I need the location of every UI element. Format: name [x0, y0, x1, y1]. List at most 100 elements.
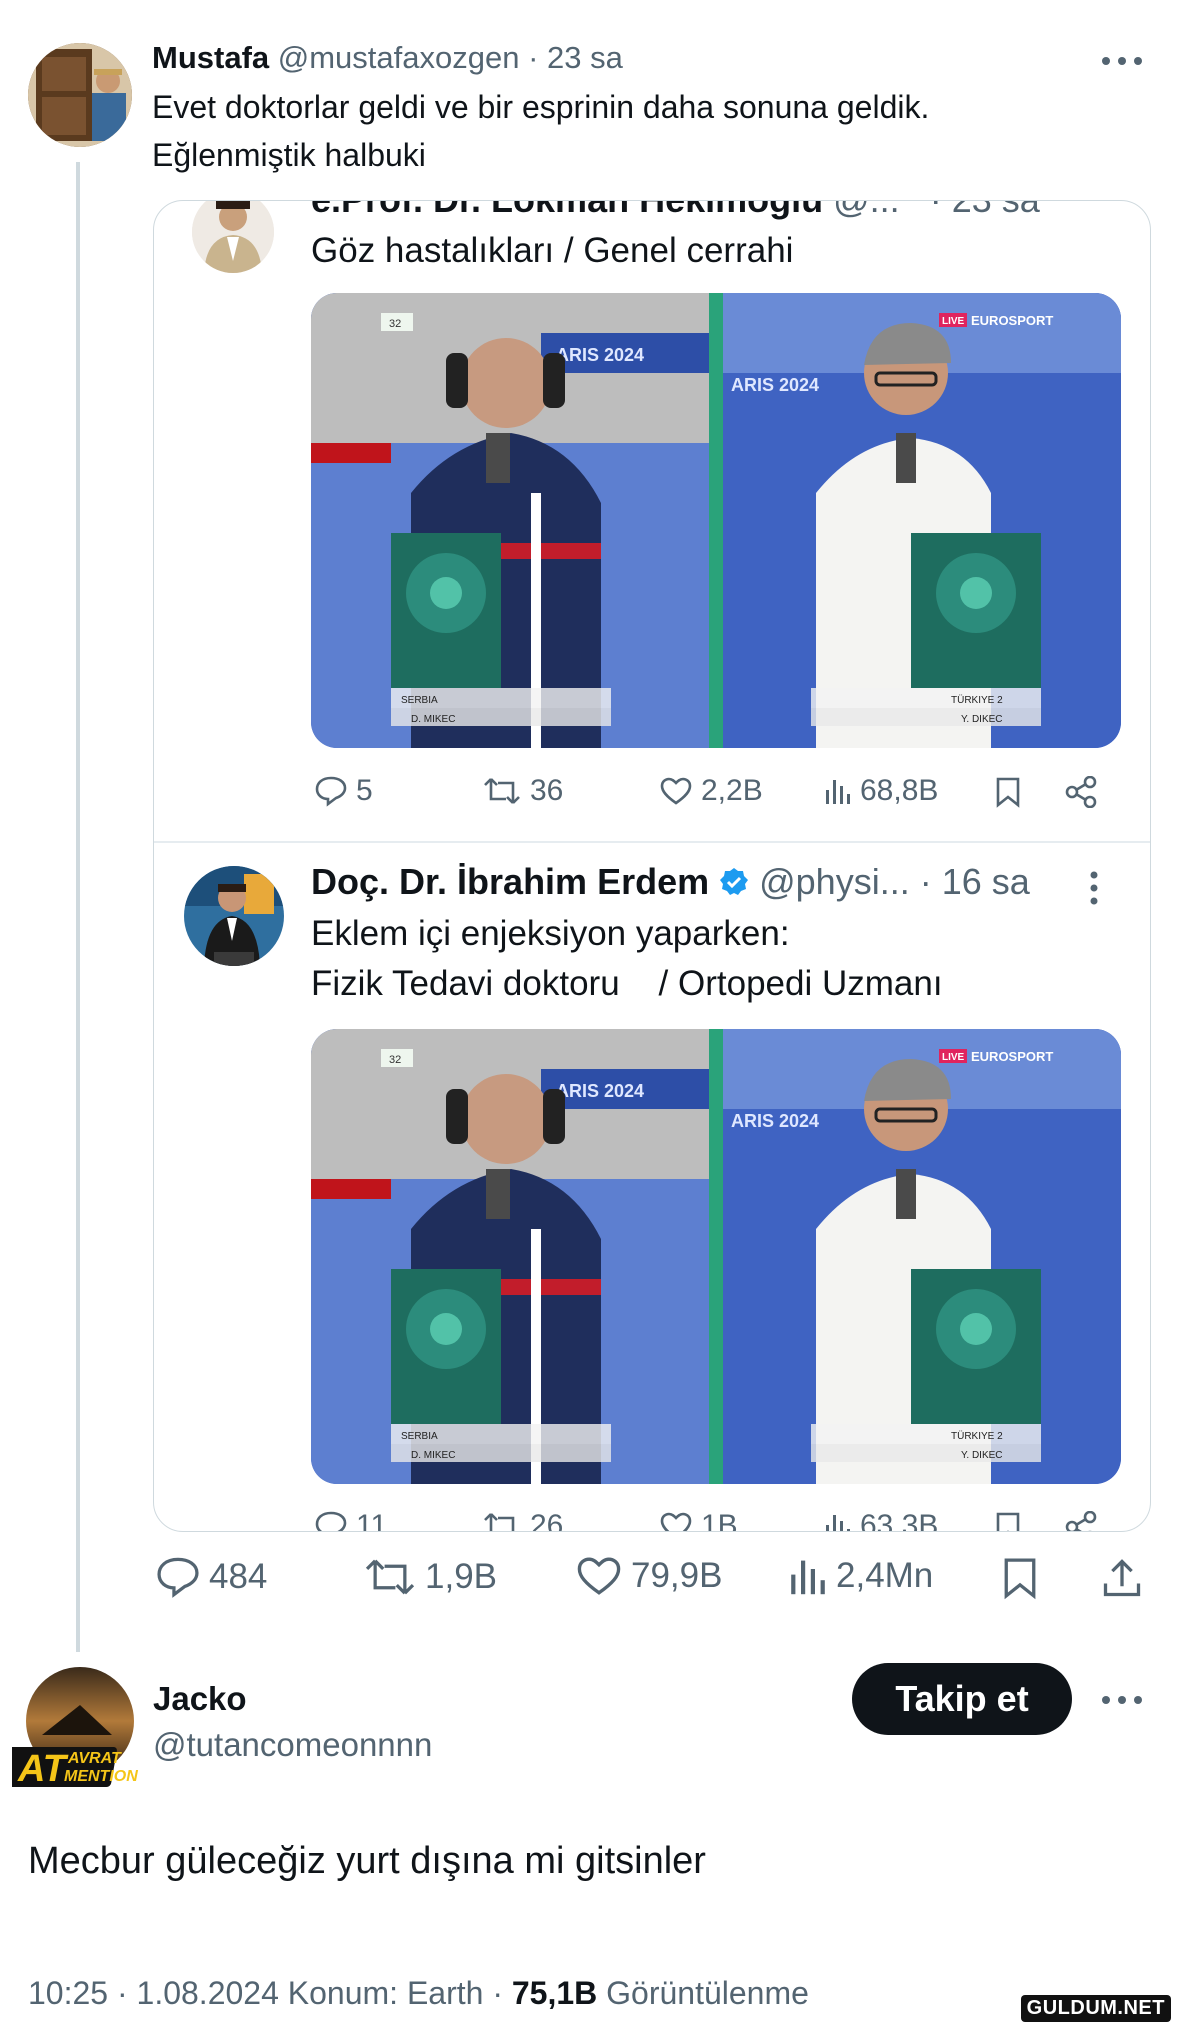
svg-text:TÜRKIYE 2: TÜRKIYE 2 — [951, 1430, 1003, 1442]
svg-text:ARIS 2024: ARIS 2024 — [731, 1111, 819, 1131]
quoted2-like-count: 1B — [701, 1509, 738, 1532]
svg-text:LIVE: LIVE — [942, 1052, 965, 1063]
thread-line — [76, 162, 80, 1652]
svg-text:AT: AT — [17, 1748, 69, 1790]
like-button[interactable]: 79,9B — [575, 1555, 722, 1597]
divider — [154, 841, 1150, 843]
avatar-mustafa[interactable] — [28, 43, 132, 147]
svg-text:EUROSPORT: EUROSPORT — [971, 1049, 1053, 1064]
bookmark-icon — [994, 1511, 1022, 1531]
svg-text:Y. DIKEC: Y. DIKEC — [961, 1450, 1003, 1461]
retweet-icon — [482, 1510, 522, 1531]
views-icon — [824, 1511, 852, 1531]
quoted1-retweet-count: 36 — [530, 774, 564, 807]
retweet-button[interactable]: 1,9B — [363, 1555, 497, 1599]
bookmark-icon[interactable] — [1000, 1556, 1040, 1600]
banner-text-left: ARIS 2024 — [556, 345, 644, 365]
quoted2-like: 1B — [659, 1509, 738, 1532]
quoted2-name: Doç. Dr. İbrahim Erdem — [311, 861, 710, 902]
views-icon — [824, 776, 852, 806]
svg-text:32: 32 — [389, 318, 401, 330]
quoted2-photo: ARIS 2024 32 SERBIA D. MIKEC ARIS 2024 L… — [311, 1029, 1121, 1484]
reply-tweet-meta: 10:25 · 1.08.2024 Konum: Earth · 75,1B G… — [28, 1975, 809, 2012]
quoted2-text-line2: Fizik Tedavi doktoru / Ortopedi Uzmanı — [311, 964, 943, 1003]
follow-button[interactable]: Takip et — [852, 1663, 1072, 1735]
quoted1-header: e.Prof. Dr. Lokman Hekimoğlu @... · 23 s… — [311, 201, 1040, 221]
svg-text:EUROSPORT: EUROSPORT — [971, 313, 1053, 328]
quoted1-reply-count: 5 — [356, 774, 373, 807]
quoted2-header: Doç. Dr. İbrahim Erdem @physi... · 16 sa — [311, 861, 1030, 903]
meta-views-label: Görüntülenme — [606, 1975, 809, 2011]
quoted1-views-count: 68,8B — [860, 774, 939, 807]
quoted2-reply-count: 11 — [356, 1509, 388, 1532]
verified-badge-icon — [719, 867, 749, 897]
retweet-count: 1,9B — [425, 1557, 497, 1596]
svg-text:MENTION: MENTION — [64, 1768, 138, 1785]
quoted1-views: 68,8B — [824, 774, 938, 808]
quoted2-text-line1: Eklem içi enjeksiyon yaparken: — [311, 914, 790, 953]
quoted2-views: 63,3B — [824, 1509, 939, 1532]
main-tweet-header: Mustafa @mustafaxozgen · 23 sa — [152, 40, 623, 76]
quoted2-retweet-count: 26 — [530, 1509, 564, 1532]
heart-icon — [659, 776, 693, 806]
share-icon — [1064, 1511, 1098, 1531]
quoted1-handle: @... — [833, 201, 900, 220]
avatar-ibrahim — [184, 866, 284, 966]
retweet-icon — [482, 775, 522, 807]
quoted1-reply: 5 — [314, 774, 373, 808]
reply-button[interactable]: 484 — [155, 1555, 267, 1599]
quoted2-more-icon — [1090, 871, 1098, 905]
bookmark-icon — [994, 776, 1022, 808]
svg-text:ARIS 2024: ARIS 2024 — [731, 375, 819, 395]
more-icon[interactable] — [1100, 1694, 1144, 1706]
heart-icon — [575, 1555, 623, 1597]
svg-text:D. MIKEC: D. MIKEC — [411, 1450, 455, 1461]
retweet-icon — [363, 1555, 417, 1599]
author-name[interactable]: Mustafa — [152, 40, 269, 75]
quoted1-time: · 23 sa — [930, 201, 1040, 220]
share-icon[interactable] — [1100, 1556, 1144, 1600]
views-icon — [788, 1555, 828, 1597]
views-button[interactable]: 2,4Mn — [788, 1555, 933, 1597]
more-icon[interactable] — [1100, 55, 1144, 67]
quoted1-retweet: 36 — [482, 774, 563, 808]
svg-text:D. MIKEC: D. MIKEC — [411, 714, 455, 725]
quoted2-views-count: 63,3B — [860, 1509, 939, 1532]
author-handle[interactable]: @mustafaxozgen — [278, 40, 520, 75]
meta-time[interactable]: 10:25 · 1.08.2024 Konum: Earth · — [28, 1975, 503, 2011]
quoted-image-card[interactable]: e.Prof. Dr. Lokman Hekimoğlu @... · 23 s… — [153, 200, 1151, 1532]
avatar-jacko[interactable]: AT AVRAT MENTION — [0, 1665, 147, 1795]
quoted1-name: e.Prof. Dr. Lokman Hekimoğlu — [311, 201, 823, 220]
main-tweet-text-line2: Eğlenmiştik halbuki — [152, 137, 426, 173]
reply-icon — [314, 775, 348, 807]
quoted2-time: · 16 sa — [919, 861, 1030, 902]
quoted1-like-count: 2,2B — [701, 774, 763, 807]
svg-text:32: 32 — [389, 1054, 401, 1066]
quoted2-reply: 11 — [314, 1509, 388, 1532]
svg-text:SERBIA: SERBIA — [401, 1431, 438, 1442]
reply-author-handle[interactable]: @tutancomeonnnn — [153, 1726, 432, 1764]
share-icon — [1064, 776, 1098, 808]
reply-count: 484 — [209, 1557, 268, 1596]
reply-icon — [155, 1555, 201, 1599]
svg-text:LIVE: LIVE — [942, 316, 965, 327]
quoted1-photo: ARIS 2024 32 SERBIA D. MIKEC ARIS 2024 L… — [311, 293, 1121, 748]
tweet-time[interactable]: · 23 sa — [528, 40, 623, 75]
main-tweet-text-line1: Evet doktorlar geldi ve bir esprinin dah… — [152, 89, 930, 125]
quoted2-handle: @physi... — [759, 861, 910, 902]
reply-icon — [314, 1510, 348, 1531]
svg-text:TÜRKIYE 2: TÜRKIYE 2 — [951, 694, 1003, 706]
quoted1-text: Göz hastalıkları / Genel cerrahi — [311, 231, 794, 270]
svg-text:AVRAT: AVRAT — [67, 1750, 122, 1767]
svg-text:Y. DIKEC: Y. DIKEC — [961, 714, 1003, 725]
quoted2-retweet: 26 — [482, 1509, 564, 1532]
reply-author-name[interactable]: Jacko — [153, 1680, 247, 1718]
watermark-logo: GULDUM.NET — [1020, 1995, 1171, 2022]
svg-text:SERBIA: SERBIA — [401, 695, 438, 706]
meta-views: 75,1B — [511, 1975, 598, 2011]
like-count: 79,9B — [631, 1556, 723, 1595]
reply-tweet-text: Mecbur güleceğiz yurt dışına mi gitsinle… — [28, 1840, 706, 1882]
views-count: 2,4Mn — [836, 1556, 934, 1595]
heart-icon — [659, 1511, 693, 1531]
svg-text:ARIS 2024: ARIS 2024 — [556, 1081, 644, 1101]
